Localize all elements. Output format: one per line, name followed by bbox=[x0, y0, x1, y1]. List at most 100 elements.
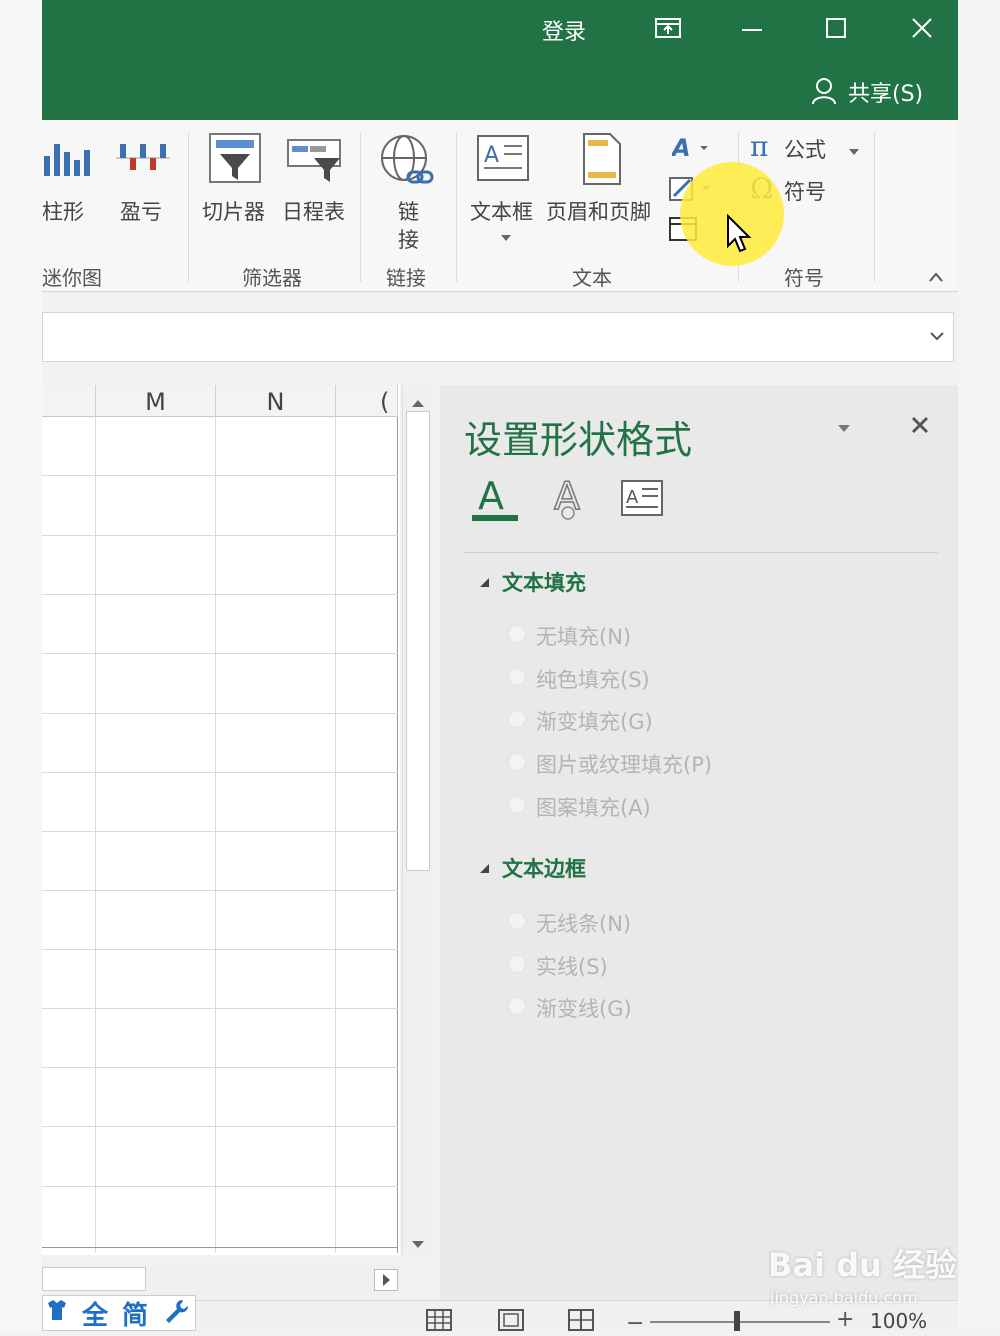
wordart-icon[interactable]: A bbox=[670, 134, 712, 166]
link-icon[interactable] bbox=[378, 132, 438, 194]
textbox-options-icon[interactable]: A bbox=[620, 479, 664, 523]
radio-gradient-fill[interactable] bbox=[508, 710, 526, 728]
radio-gradient-line[interactable] bbox=[508, 997, 526, 1015]
collapse-triangle-icon[interactable] bbox=[478, 859, 490, 878]
option-solid-line[interactable]: 实线(S) bbox=[536, 951, 608, 981]
svg-text:A: A bbox=[554, 475, 580, 518]
scroll-thumb[interactable] bbox=[406, 411, 430, 871]
format-shape-pane: 设置形状格式 A A A 文本填充 无填充(N) 纯色填充(S) 渐变填充(G)… bbox=[440, 385, 958, 1300]
pane-close-icon[interactable] bbox=[910, 415, 930, 439]
hscroll-thumb[interactable] bbox=[42, 1267, 146, 1291]
sparkline-winloss-label[interactable]: 盈亏 bbox=[120, 196, 162, 226]
scroll-right-icon[interactable] bbox=[374, 1269, 398, 1291]
title-bar: 登录 共享(S) bbox=[42, 0, 958, 120]
close-icon[interactable] bbox=[910, 16, 934, 44]
column-header-n[interactable]: N bbox=[216, 385, 336, 417]
pane-title: 设置形状格式 bbox=[464, 418, 693, 462]
grid-row-line bbox=[42, 594, 398, 595]
page-break-view-icon[interactable] bbox=[568, 1309, 594, 1335]
textbox-dropdown-icon[interactable] bbox=[500, 228, 512, 247]
column-sparkline-icon[interactable] bbox=[42, 136, 92, 184]
sparkline-column-label[interactable]: 柱形 bbox=[42, 196, 84, 226]
radio-solid-line[interactable] bbox=[508, 955, 526, 973]
normal-view-icon[interactable] bbox=[426, 1309, 452, 1335]
ime-simplified[interactable]: 简 bbox=[122, 1295, 148, 1332]
right-edge bbox=[958, 0, 1000, 1331]
symbol-button[interactable]: 符号 bbox=[784, 176, 826, 206]
ribbon-display-options-icon[interactable] bbox=[654, 16, 682, 44]
option-gradient-line[interactable]: 渐变线(G) bbox=[536, 993, 632, 1023]
text-effects-icon[interactable]: A bbox=[550, 473, 586, 525]
minimize-icon[interactable] bbox=[740, 16, 764, 44]
grid-row-line bbox=[42, 890, 398, 891]
timeline-label[interactable]: 日程表 bbox=[282, 196, 345, 226]
radio-no-fill[interactable] bbox=[508, 625, 526, 643]
separator bbox=[456, 132, 457, 282]
option-solid-fill[interactable]: 纯色填充(S) bbox=[536, 664, 650, 694]
grid-row-line bbox=[42, 949, 398, 950]
text-fill-outline-icon[interactable]: A bbox=[472, 474, 518, 527]
pane-options-icon[interactable] bbox=[836, 419, 852, 438]
worksheet-grid[interactable]: M N ( bbox=[42, 385, 400, 1255]
svg-text:A: A bbox=[484, 143, 499, 168]
maximize-icon[interactable] bbox=[824, 16, 848, 44]
grid-row-line bbox=[42, 772, 398, 773]
slicer-label[interactable]: 切片器 bbox=[202, 196, 265, 226]
option-pattern-fill[interactable]: 图案填充(A) bbox=[536, 792, 651, 822]
vertical-scrollbar[interactable] bbox=[402, 385, 432, 1255]
radio-pattern-fill[interactable] bbox=[508, 796, 526, 814]
slicer-icon[interactable] bbox=[208, 132, 264, 190]
link-label-2[interactable]: 接 bbox=[398, 224, 419, 254]
grid-column-line bbox=[95, 417, 96, 1253]
ime-settings-wrench-icon[interactable] bbox=[162, 1297, 190, 1329]
option-no-fill[interactable]: 无填充(N) bbox=[536, 621, 631, 651]
radio-picture-fill[interactable] bbox=[508, 753, 526, 771]
column-header-o[interactable]: ( bbox=[336, 385, 398, 417]
filter-group-label: 筛选器 bbox=[242, 266, 302, 290]
equation-dropdown-icon[interactable] bbox=[848, 142, 860, 161]
grid-row-line bbox=[42, 535, 398, 536]
column-header-m[interactable]: M bbox=[96, 385, 216, 417]
textbox-label[interactable]: 文本框 bbox=[470, 196, 533, 226]
winloss-sparkline-icon[interactable] bbox=[116, 136, 170, 184]
formula-bar[interactable] bbox=[42, 312, 954, 362]
radio-solid-fill[interactable] bbox=[508, 668, 526, 686]
ime-skin-icon[interactable] bbox=[44, 1297, 70, 1327]
symbol-group-label: 符号 bbox=[784, 266, 824, 290]
ime-fullwidth[interactable]: 全 bbox=[82, 1295, 108, 1332]
scroll-up-icon[interactable] bbox=[411, 393, 425, 412]
fill-section-header[interactable]: 文本填充 bbox=[502, 567, 586, 597]
collapse-triangle-icon[interactable] bbox=[478, 573, 490, 592]
equation-button[interactable]: 公式 bbox=[784, 134, 826, 164]
page-layout-view-icon[interactable] bbox=[498, 1309, 524, 1335]
horizontal-scrollbar[interactable] bbox=[42, 1263, 402, 1295]
zoom-level[interactable]: 100% bbox=[870, 1309, 927, 1333]
expand-formula-icon[interactable] bbox=[929, 327, 945, 346]
radio-no-line[interactable] bbox=[508, 912, 526, 930]
option-no-line[interactable]: 无线条(N) bbox=[536, 908, 631, 938]
user-icon[interactable] bbox=[810, 76, 838, 110]
border-section-header[interactable]: 文本边框 bbox=[502, 853, 586, 883]
column-header-l[interactable] bbox=[42, 385, 96, 417]
share-button[interactable]: 共享(S) bbox=[848, 76, 923, 108]
grid-row-line bbox=[42, 1008, 398, 1009]
header-footer-icon[interactable] bbox=[582, 132, 622, 190]
equation-icon[interactable]: π bbox=[750, 130, 780, 166]
zoom-in-icon[interactable]: + bbox=[836, 1307, 854, 1332]
timeline-icon[interactable] bbox=[286, 132, 344, 190]
login-link[interactable]: 登录 bbox=[542, 14, 586, 46]
svg-text:A: A bbox=[478, 475, 504, 518]
option-picture-fill[interactable]: 图片或纹理填充(P) bbox=[536, 749, 712, 779]
textbox-icon[interactable]: A bbox=[476, 134, 530, 188]
zoom-slider[interactable] bbox=[650, 1321, 830, 1323]
separator bbox=[874, 132, 875, 282]
zoom-slider-thumb[interactable] bbox=[734, 1311, 740, 1331]
header-footer-label[interactable]: 页眉和页脚 bbox=[546, 196, 651, 226]
option-gradient-fill[interactable]: 渐变填充(G) bbox=[536, 706, 653, 736]
collapse-ribbon-icon[interactable] bbox=[928, 268, 944, 287]
grid-row-line bbox=[42, 831, 398, 832]
scroll-down-icon[interactable] bbox=[411, 1235, 425, 1254]
link-label-1[interactable]: 链 bbox=[398, 196, 419, 226]
baidu-watermark-url: jingyan.baidu.com bbox=[770, 1288, 918, 1307]
zoom-out-icon[interactable]: − bbox=[626, 1311, 644, 1336]
